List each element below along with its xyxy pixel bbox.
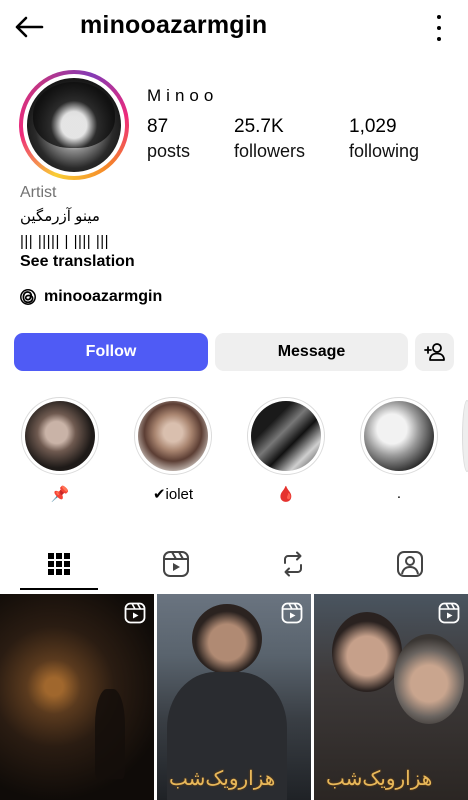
tab-tagged[interactable] (351, 537, 468, 591)
avatar (27, 78, 121, 172)
stat-followers[interactable]: 25.7K followers (234, 116, 305, 162)
tagged-icon (396, 551, 423, 577)
grid-post[interactable]: هزارویک‌شب (314, 594, 468, 800)
active-tab-indicator (20, 588, 98, 590)
highlight-label: 🩸 (276, 486, 296, 503)
posts-count: 87 (147, 116, 169, 137)
suggest-accounts-button[interactable] (415, 333, 454, 371)
more-vertical-icon (437, 15, 441, 19)
story-highlight[interactable]: ✔iolet (130, 397, 216, 503)
profile-header: minooazarmgin (0, 0, 468, 56)
story-highlight[interactable]: 📌 (17, 397, 103, 503)
stat-posts[interactable]: 87 posts (147, 116, 190, 162)
followers-count: 25.7K (234, 116, 284, 137)
profile-username: minooazarmgin (80, 11, 268, 39)
story-highlight[interactable]: . (356, 397, 442, 503)
see-translation-link[interactable]: See translation (20, 253, 135, 271)
threads-handle: minooazarmgin (44, 288, 163, 305)
highlight-cover (251, 401, 321, 471)
followers-label: followers (234, 141, 306, 161)
post-caption: هزارویک‌شب (326, 766, 433, 790)
arrow-left-icon (15, 16, 44, 38)
back-button[interactable] (12, 12, 46, 42)
add-person-icon (423, 343, 445, 361)
grid-post[interactable]: هزارویک‌شب (157, 594, 311, 800)
reels-icon (162, 551, 189, 577)
story-highlight-partial[interactable] (462, 400, 468, 472)
threads-link[interactable]: minooazarmgin (20, 288, 162, 306)
threads-icon (20, 289, 36, 305)
follow-button[interactable]: Follow (14, 333, 208, 371)
reel-badge-icon (438, 602, 460, 624)
posts-label: posts (147, 141, 191, 161)
tab-reposts[interactable] (234, 537, 351, 591)
post-caption: هزارویک‌شب (169, 766, 276, 790)
following-label: following (349, 141, 420, 161)
reel-badge-icon (124, 602, 146, 624)
tab-reels[interactable] (117, 537, 234, 591)
bio-barcode-text: ||| ||||| | |||| ||| (20, 233, 110, 250)
grid-icon (47, 553, 70, 575)
highlight-cover (25, 401, 95, 471)
tab-posts-grid[interactable] (0, 537, 117, 591)
reel-badge-icon (281, 602, 303, 624)
bio-name-persian: مینو آزرمگین (20, 208, 100, 225)
message-button[interactable]: Message (215, 333, 408, 371)
highlight-cover (138, 401, 208, 471)
stat-following[interactable]: 1,029 following (349, 116, 419, 162)
story-highlight[interactable]: 🩸 (243, 397, 329, 503)
highlight-label: ✔iolet (152, 486, 194, 503)
following-count: 1,029 (349, 116, 397, 137)
display-name: Minoo (147, 86, 219, 105)
grid-post[interactable] (0, 594, 154, 800)
repost-icon (283, 551, 302, 577)
profile-category: Artist (20, 184, 57, 201)
highlight-cover (364, 401, 434, 471)
avatar-story-ring[interactable] (19, 70, 129, 180)
highlight-label: . (396, 485, 402, 502)
more-options-button[interactable] (434, 15, 444, 41)
highlight-label: 📌 (50, 486, 70, 503)
profile-tabs (0, 537, 468, 591)
